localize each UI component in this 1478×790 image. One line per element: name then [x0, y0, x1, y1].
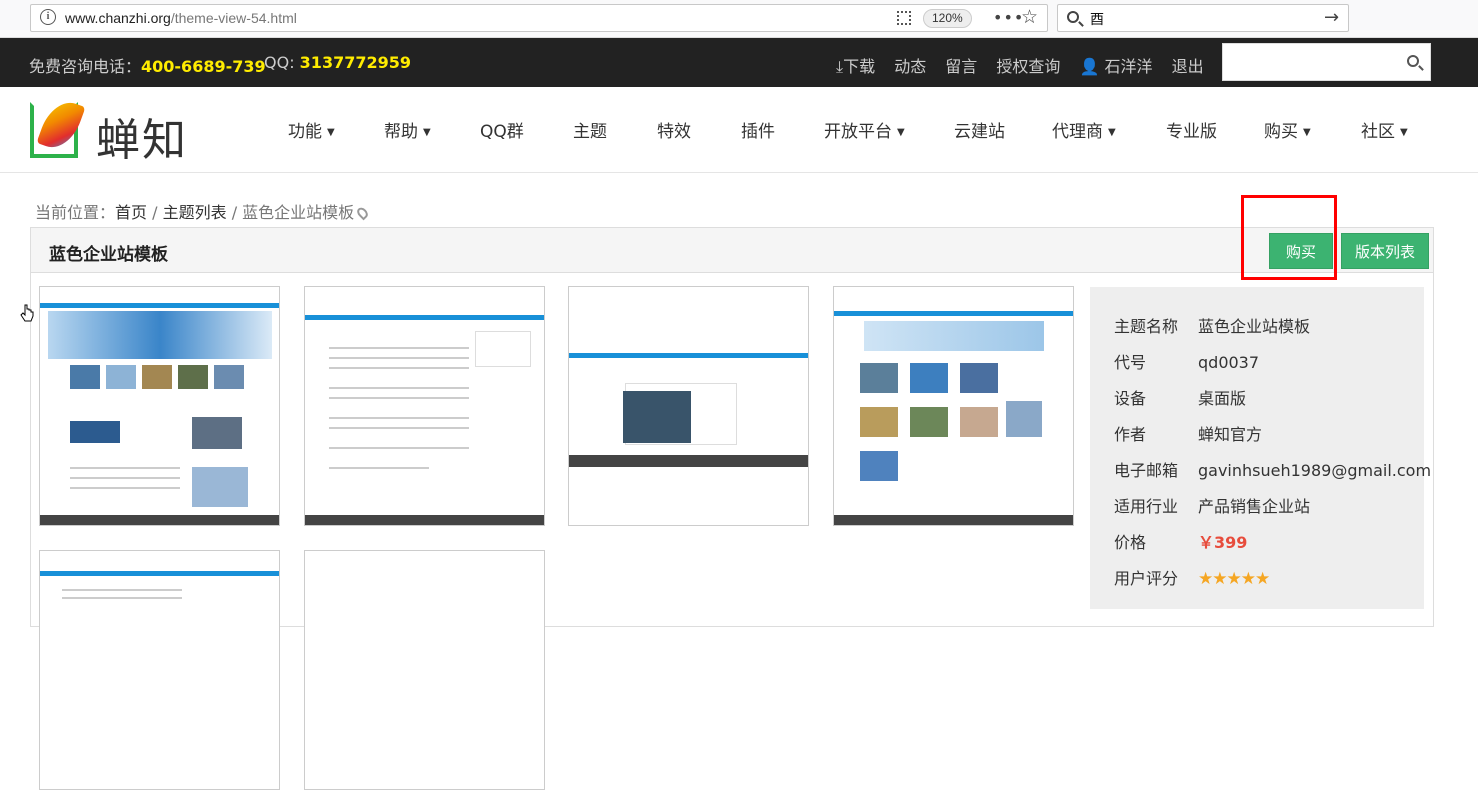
theme-screenshot[interactable] [304, 286, 545, 526]
more-icon[interactable]: ••• [993, 8, 1024, 27]
breadcrumb: 当前位置：首页 / 主题列表 / 蓝色企业站模板 [35, 199, 371, 223]
banner-image [48, 311, 272, 359]
logo-text: 蝉知 [96, 115, 188, 166]
info-row-device: 设备 桌面版 [1114, 389, 1247, 408]
info-row-code: 代号 qd0037 [1114, 353, 1260, 372]
top-bar: 免费咨询电话：400-6689-739 QQ: 3137772959 ⤓下载 动… [0, 38, 1478, 87]
nav-item-qq-group[interactable]: QQ群 [480, 117, 524, 142]
nav-item-help[interactable]: 帮助 ▼ [384, 117, 431, 142]
theme-screenshot[interactable] [39, 286, 280, 526]
caret-down-icon: ▼ [897, 126, 905, 138]
panel-header: 蓝色企业站模板 购买 版本列表 [31, 228, 1433, 273]
info-icon[interactable]: i [40, 9, 56, 25]
info-row-name: 主题名称 蓝色企业站模板 [1114, 317, 1311, 336]
theme-info: 主题名称 蓝色企业站模板 代号 qd0037 设备 桌面版 作者 蝉知官方 电子邮箱 ga… [1090, 287, 1431, 609]
nav-item-plugins[interactable]: 插件 [741, 117, 775, 142]
nav-item-themes[interactable]: 主题 [573, 117, 607, 142]
search-icon [1067, 11, 1079, 23]
theme-screenshot[interactable] [39, 550, 280, 790]
download-link[interactable]: ⤓下载 [836, 57, 875, 76]
breadcrumb-theme-list[interactable]: 主题列表 [163, 203, 227, 222]
site-search-input[interactable] [1222, 43, 1431, 81]
bookmark-star-icon[interactable]: ☆ [1021, 6, 1038, 28]
logout-link[interactable]: 退出 [1172, 57, 1204, 76]
browser-search-bar[interactable]: 酉 → [1057, 4, 1349, 32]
banner-image [864, 321, 1044, 351]
nav-item-agents[interactable]: 代理商 ▼ [1052, 117, 1116, 142]
caret-down-icon: ▼ [1303, 126, 1311, 138]
user-icon: 👤 [1079, 57, 1100, 76]
browser-search-input[interactable]: 酉 [1090, 9, 1104, 29]
version-list-button[interactable]: 版本列表 [1341, 233, 1429, 269]
breadcrumb-current: 蓝色企业站模板 [242, 203, 355, 222]
address-bar[interactable]: i www.chanzhi.org/theme-view-54.html 120… [30, 4, 1048, 32]
message-link[interactable]: 留言 [945, 57, 977, 76]
nav-item-pro[interactable]: 专业版 [1166, 117, 1217, 142]
zoom-level[interactable]: 120% [923, 9, 972, 28]
info-row-author: 作者 蝉知官方 [1114, 425, 1263, 444]
qq-info: QQ: 3137772959 [264, 53, 411, 72]
nav-item-effects[interactable]: 特效 [657, 117, 691, 142]
search-icon[interactable] [1407, 55, 1419, 67]
theme-screenshot[interactable] [568, 286, 809, 526]
phone-number: 400-6689-739 [141, 57, 266, 76]
info-row-price: 价格 ￥399 [1114, 533, 1248, 552]
caret-down-icon: ▼ [327, 126, 335, 138]
price-value: ￥399 [1198, 533, 1248, 552]
qq-label: QQ: [264, 53, 295, 72]
caret-down-icon: ▼ [423, 126, 431, 138]
info-row-industry: 适用行业 产品销售企业站 [1114, 497, 1311, 516]
nav-item-cloud[interactable]: 云建站 [954, 117, 1005, 142]
info-row-email: 电子邮箱 gavinhsueh1989@gmail.com [1114, 461, 1432, 480]
breadcrumb-home[interactable]: 首页 [115, 203, 147, 222]
logo[interactable]: 蝉知 [30, 95, 220, 166]
arrow-right-icon[interactable]: → [1324, 7, 1339, 28]
breadcrumb-prefix: 当前位置： [35, 203, 116, 222]
qr-code-icon[interactable] [897, 11, 911, 25]
caret-down-icon: ▼ [1400, 126, 1408, 138]
main-nav: 蝉知 功能 ▼ 帮助 ▼ QQ群 主题 特效 插件 开放平台 ▼ 云建站 代理商 ▼ 专… [0, 87, 1478, 173]
nav-item-features[interactable]: 功能 ▼ [288, 117, 335, 142]
highlight-annotation [1241, 195, 1337, 280]
url-text[interactable]: www.chanzhi.org/theme-view-54.html [65, 10, 297, 26]
theme-screenshot[interactable] [833, 286, 1074, 526]
product-image [623, 391, 691, 443]
license-query-link[interactable]: 授权查询 [996, 57, 1060, 76]
nav-item-open-platform[interactable]: 开放平台 ▼ [824, 117, 905, 142]
news-link[interactable]: 动态 [894, 57, 926, 76]
hand-cursor-icon [20, 304, 34, 322]
phone-label: 免费咨询电话： [29, 57, 142, 76]
top-links: ⤓下载 动态 留言 授权查询 👤 石洋洋 退出 [836, 53, 1218, 77]
user-link[interactable]: 👤 石洋洋 [1080, 57, 1153, 76]
phone-info: 免费咨询电话：400-6689-739 [29, 53, 266, 77]
nav-item-community[interactable]: 社区 ▼ [1361, 117, 1408, 142]
caret-down-icon: ▼ [1108, 126, 1116, 138]
browser-toolbar: i www.chanzhi.org/theme-view-54.html 120… [0, 0, 1478, 38]
theme-screenshot[interactable] [304, 550, 545, 790]
star-rating-icon: ★★★★★ [1198, 569, 1270, 589]
location-pin-icon [355, 205, 371, 221]
info-row-rating: 用户评分 ★★★★★ [1114, 569, 1270, 589]
nav-item-buy[interactable]: 购买 ▼ [1264, 117, 1311, 142]
page-title: 蓝色企业站模板 [49, 245, 168, 265]
qq-number: 3137772959 [299, 53, 411, 72]
